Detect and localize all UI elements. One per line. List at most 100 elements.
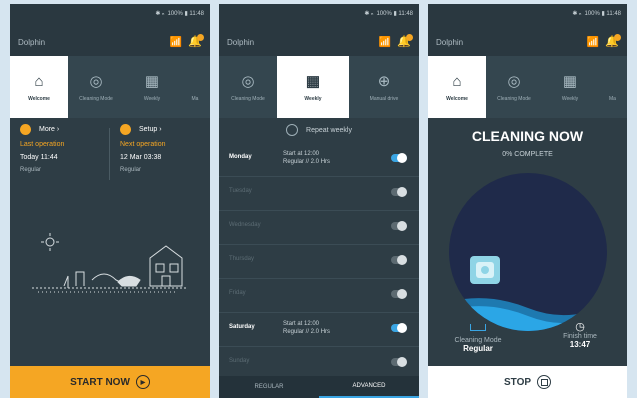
day-toggle-friday[interactable] (391, 289, 407, 299)
progress-text: 0% COMPLETE (502, 151, 553, 158)
day-name: Tuesday (229, 188, 252, 194)
cleaning-mode-icon: ◎ (507, 73, 521, 90)
tab-bar: ◎ Cleaning Mode ▦ Weekly ⊕ Manual drive (219, 56, 419, 118)
stop-label: STOP (503, 376, 532, 388)
cleaning-progress-circle (449, 173, 607, 331)
next-operation-time: 12 Mar 03:38 (120, 154, 162, 161)
notification-badge (406, 34, 413, 41)
tab-label: Cleaning Mode (231, 96, 265, 102)
day-mode: Regular // 2.0 Hrs (283, 329, 331, 335)
last-operation-mode: Regular (20, 167, 42, 173)
tab-bar: ⌂ Welcome ◎ Cleaning Mode ▦ Weekly Ma (428, 56, 627, 118)
day-start: Start at 12:00 (283, 151, 320, 157)
notification-badge (197, 34, 204, 41)
tab-label: Weekly (304, 96, 322, 102)
setup-icon (120, 124, 131, 135)
repeat-weekly-label: Repeat weekly (306, 126, 352, 134)
tab-cleaning-mode[interactable]: ◎ Cleaning Mode (486, 56, 542, 118)
tab-label: Weekly (143, 96, 161, 102)
tab-manual[interactable]: Ma (180, 56, 210, 118)
tab-welcome[interactable]: ⌂ Welcome (10, 56, 68, 118)
day-row-thursday: Thursday (219, 244, 419, 279)
day-row-friday: Friday (219, 278, 419, 313)
tab-welcome[interactable]: ⌂ Welcome (428, 56, 486, 118)
repeat-weekly-row[interactable]: Repeat weekly (219, 122, 419, 138)
day-toggle-thursday[interactable] (391, 255, 407, 265)
finish-time-label: Finish time (563, 333, 597, 340)
wifi-icon: 📶 (169, 37, 182, 48)
cleaning-mode-icon (470, 324, 486, 331)
tab-manual[interactable]: Ma (598, 56, 627, 118)
cleaning-mode-info: Cleaning Mode Regular (438, 324, 518, 353)
tab-cleaning-mode[interactable]: ◎ Cleaning Mode (219, 56, 277, 118)
notification-badge (614, 34, 621, 41)
day-start: Start at 12:00 (283, 321, 320, 327)
last-operation-time: Today 11:44 (20, 154, 58, 161)
manual-icon (610, 73, 614, 90)
tab-weekly[interactable]: ▦ Weekly (542, 56, 598, 118)
wifi-icon: 📶 (586, 37, 599, 48)
tab-regular[interactable]: REGULAR (219, 376, 319, 398)
home-icon: ⌂ (452, 72, 462, 90)
day-row-sunday: Sunday (219, 346, 419, 380)
tab-weekly[interactable]: ▦ Weekly (124, 56, 180, 118)
tab-label: Ma (191, 95, 199, 102)
phone-weekly: ✱ ₙ 100% ▮ 11:48 Dolphin 📶 🔔 ◎ Cleaning … (219, 4, 419, 398)
phone-cleaning: ✱ ₙ 100% ▮ 11:48 Dolphin 📶 🔔 ⌂ Welcome ◎… (428, 4, 627, 398)
day-toggle-sunday[interactable] (391, 357, 407, 367)
next-operation: Setup › Next operation 12 Mar 03:38 Regu… (120, 124, 205, 173)
calendar-icon: ▦ (305, 73, 321, 90)
day-row-monday: Monday Start at 12:00 Regular // 2.0 Hrs (219, 142, 419, 177)
next-operation-title: Next operation (120, 141, 166, 148)
day-name: Wednesday (229, 222, 261, 228)
day-name: Saturday (229, 324, 255, 330)
day-toggle-monday[interactable] (391, 153, 407, 163)
day-name: Friday (229, 290, 246, 296)
day-row-saturday: Saturday Start at 12:00 Regular // 2.0 H… (219, 312, 419, 347)
tab-label: Weekly (561, 96, 579, 102)
phone-welcome: ✱ ₙ 100% ▮ 11:48 Dolphin 📶 🔔 ⌂ Welcome ◎… (10, 4, 210, 398)
start-now-button[interactable]: START NOW ▶ (10, 366, 210, 398)
cleaning-mode-icon: ◎ (241, 73, 255, 90)
day-toggle-tuesday[interactable] (391, 187, 407, 197)
more-link[interactable]: More › (39, 126, 59, 133)
day-toggle-saturday[interactable] (391, 323, 407, 333)
cleaning-heading: CLEANING NOW (471, 128, 584, 144)
tab-bar: ⌂ Welcome ◎ Cleaning Mode ▦ Weekly Ma (10, 56, 210, 118)
calendar-icon: ▦ (562, 73, 578, 90)
tab-label: Ma (609, 95, 616, 102)
manual-drive-icon: ⊕ (377, 73, 391, 90)
tab-label: Cleaning Mode (79, 96, 113, 102)
day-name: Sunday (229, 358, 250, 364)
last-operation-title: Last operation (20, 141, 65, 148)
tab-weekly[interactable]: ▦ Weekly (277, 56, 349, 118)
sun-icon (45, 237, 55, 247)
day-toggle-wednesday[interactable] (391, 221, 407, 231)
mode-tab-bar: REGULAR ADVANCED (219, 376, 419, 398)
day-schedule: Start at 12:00 Regular // 2.0 Hrs (283, 320, 330, 336)
tab-label: Manual drive (369, 96, 399, 102)
day-name: Thursday (229, 256, 255, 262)
tab-label: Welcome (446, 95, 468, 102)
start-now-label: START NOW (70, 376, 130, 388)
cleaning-mode-icon: ◎ (89, 73, 103, 90)
last-operation: More › Last operation Today 11:44 Regula… (20, 124, 105, 173)
clock-icon: ◷ (575, 321, 585, 333)
tab-cleaning-mode[interactable]: ◎ Cleaning Mode (68, 56, 124, 118)
manual-icon (193, 73, 197, 90)
day-mode: Regular // 2.0 Hrs (283, 159, 331, 165)
app-name: Dolphin (18, 38, 46, 47)
tab-advanced[interactable]: ADVANCED (319, 376, 419, 398)
finish-time-info: ◷ Finish time 13:47 (540, 320, 620, 349)
day-name: Monday (229, 154, 252, 160)
next-operation-mode: Regular (120, 167, 142, 173)
app-name: Dolphin (436, 38, 464, 47)
wifi-icon: 📶 (378, 37, 391, 48)
more-icon (20, 124, 31, 135)
setup-link[interactable]: Setup › (139, 126, 162, 133)
stop-button[interactable]: STOP (428, 366, 627, 398)
home-icon: ⌂ (34, 72, 44, 90)
tab-manual-drive[interactable]: ⊕ Manual drive (349, 56, 419, 118)
app-bar: Dolphin 📶 🔔 (219, 32, 419, 56)
repeat-weekly-checkbox[interactable] (286, 124, 299, 136)
